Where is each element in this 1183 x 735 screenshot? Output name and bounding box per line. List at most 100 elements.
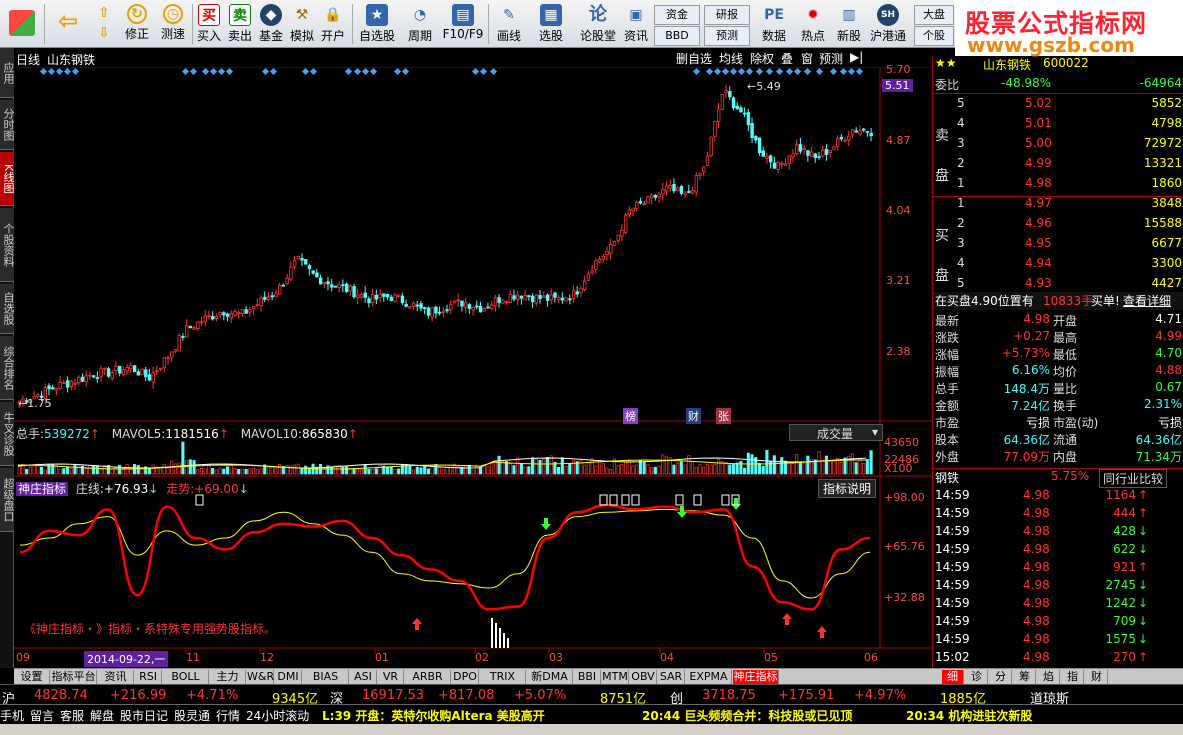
signal-diamond bbox=[39, 67, 48, 76]
yanbao-button[interactable]: 研报 bbox=[704, 5, 750, 25]
indicator-tab[interactable]: RSI bbox=[135, 670, 162, 684]
toolbar-button-自选股[interactable]: ★ 自选股 bbox=[355, 2, 399, 46]
zijin-button[interactable]: 资金 bbox=[654, 5, 700, 25]
orderbook-row[interactable]: 2 4.99 13321 bbox=[933, 156, 1183, 174]
news-item[interactable]: L:39 开盘：英特尔收购Altera 美股高开 bbox=[322, 707, 545, 724]
side-tab-kline[interactable]: K线图 bbox=[0, 152, 15, 206]
toolbar-button-新股[interactable]: ▥ 新股 bbox=[832, 2, 866, 46]
indicator-tab[interactable]: VR bbox=[378, 670, 404, 684]
kline-chart-panel[interactable]: 日线 山东钢铁 删自选 均线 除权 叠 窗 预测 ▶| 5.70 5.51 4.… bbox=[14, 48, 932, 668]
indicator-tab[interactable]: BIAS bbox=[303, 670, 349, 684]
dapan-button[interactable]: 大盘 bbox=[914, 5, 954, 25]
indicator-tab[interactable]: BBI bbox=[574, 670, 601, 684]
volume-bar bbox=[352, 468, 356, 475]
right-panel-tab[interactable]: 筹 bbox=[1014, 670, 1036, 684]
indicator-tab[interactable]: 神庄指标 bbox=[733, 670, 779, 684]
side-tab-watchlist[interactable]: 自选股 bbox=[0, 284, 15, 334]
indicator-tab[interactable]: EXPMA bbox=[686, 670, 732, 684]
side-tab-ranking[interactable]: 综合排名 bbox=[0, 336, 15, 400]
candle-body bbox=[463, 302, 468, 308]
toolbar-button-周期[interactable]: ◔ 周期 bbox=[401, 2, 439, 46]
indicator-tab[interactable]: 新DMA bbox=[527, 670, 573, 684]
side-tab-diagnose[interactable]: 牛叉诊股 bbox=[0, 402, 15, 466]
side-tab-apps[interactable]: 应用 bbox=[0, 48, 15, 98]
ticker-tab[interactable]: 解盘 bbox=[90, 707, 114, 724]
indicator-tab[interactable]: W&R bbox=[247, 670, 274, 684]
toolbar-button-买入[interactable]: 买 买入 bbox=[194, 2, 224, 46]
app-logo-icon[interactable] bbox=[4, 2, 40, 46]
indicator-tab[interactable]: OBV bbox=[630, 670, 657, 684]
toolbar-button-卖出[interactable]: 卖 卖出 bbox=[225, 2, 255, 46]
up-down-button[interactable]: ⇧ ⇩ bbox=[90, 2, 118, 46]
indicator-tab[interactable]: ASI bbox=[350, 670, 377, 684]
right-panel-tab[interactable]: 细 bbox=[942, 670, 964, 684]
indicator-tab[interactable]: 指标平台 bbox=[51, 670, 97, 684]
ticker-tab[interactable]: 手机 bbox=[0, 707, 24, 724]
indicator-tab[interactable]: TRIX bbox=[480, 670, 526, 684]
limit-badge[interactable]: 张 bbox=[716, 408, 731, 424]
news-item[interactable]: 20:34 机构进驻次新股 bbox=[906, 707, 1032, 724]
toolbar-button-F10[interactable]: ▤ F10/F9 bbox=[441, 2, 485, 46]
candle-body bbox=[58, 381, 62, 389]
candle-body bbox=[609, 243, 613, 254]
orderbook-row[interactable]: 2 4.96 15588 bbox=[933, 216, 1183, 234]
toolbar-button-测速[interactable]: ◷ 测速 bbox=[156, 2, 190, 46]
orderbook-row[interactable]: 4 5.01 4798 bbox=[933, 116, 1183, 134]
bbd-button[interactable]: BBD bbox=[654, 26, 700, 46]
indicator-tab[interactable]: ARBR bbox=[405, 670, 451, 684]
industry-compare-button[interactable]: 同行业比较 bbox=[1099, 469, 1168, 488]
news-item[interactable]: 20:44 巨头频频合并：科技股或已见顶 bbox=[642, 707, 852, 724]
orderbook-row[interactable]: 3 4.95 6677 bbox=[933, 236, 1183, 254]
toolbar-button-沪港通[interactable]: SH 沪港通 bbox=[868, 2, 908, 46]
right-panel-tab[interactable]: 诊 bbox=[966, 670, 988, 684]
right-panel-tab[interactable]: 分 bbox=[990, 670, 1012, 684]
detail-link[interactable]: 查看详细 bbox=[1123, 292, 1171, 309]
side-tab-timeshare[interactable]: 分时图 bbox=[0, 100, 15, 150]
indicator-help-button[interactable]: 指标说明 bbox=[818, 479, 877, 498]
candle-body bbox=[523, 294, 527, 301]
toolbar-button-资讯[interactable]: ▣ 资讯 bbox=[620, 2, 652, 46]
ticker-tab[interactable]: 客服 bbox=[60, 707, 84, 724]
toolbar-button-论股堂[interactable]: 论 论股堂 bbox=[576, 2, 620, 46]
ticker-tab[interactable]: 24小时滚动 bbox=[246, 707, 309, 724]
indicator-tab[interactable]: 设置 bbox=[14, 670, 50, 684]
ticker-tab[interactable]: 股市日记 bbox=[120, 707, 168, 724]
right-panel-tab[interactable]: 焰 bbox=[1038, 670, 1060, 684]
indicator-tab[interactable]: DMI bbox=[275, 670, 302, 684]
toolbar-button-基金[interactable]: ◆ 基金 bbox=[256, 2, 286, 46]
candle-body bbox=[545, 294, 550, 301]
finance-badge[interactable]: 财 bbox=[686, 408, 701, 424]
indicator-tab[interactable]: BOLL bbox=[163, 670, 209, 684]
toolbar-button-修正[interactable]: ↻ 修正 bbox=[120, 2, 154, 46]
toolbar-button-选股[interactable]: ▦ 选股 bbox=[532, 2, 570, 46]
indicator-select[interactable]: 成交量 ▾ bbox=[789, 424, 883, 441]
indicator-tab[interactable]: DPO bbox=[452, 670, 479, 684]
orderbook-row[interactable]: 1 4.97 3848 bbox=[933, 196, 1183, 214]
right-panel-tab[interactable]: 指 bbox=[1062, 670, 1084, 684]
toolbar-button-热点[interactable]: ✹ 热点 bbox=[796, 2, 830, 46]
tick-row: 14:59 4.98 1242 ↓ bbox=[935, 596, 1148, 610]
toolbar-button-画线[interactable]: ✎ 画线 bbox=[490, 2, 528, 46]
orderbook-row[interactable]: 4 4.94 3300 bbox=[933, 256, 1183, 274]
right-panel-tab[interactable]: 财 bbox=[1086, 670, 1108, 684]
ticker-tab[interactable]: 股灵通 bbox=[174, 707, 210, 724]
orderbook-row[interactable]: 3 5.00 72972 bbox=[933, 136, 1183, 154]
orderbook-row[interactable]: 5 5.02 5852 bbox=[933, 96, 1183, 114]
indicator-tab[interactable]: MTM bbox=[602, 670, 629, 684]
ticker-tab[interactable]: 行情 bbox=[216, 707, 240, 724]
gegu-button[interactable]: 个股 bbox=[914, 26, 954, 46]
side-tab-profile[interactable]: 个股资料 bbox=[0, 208, 15, 282]
toolbar-button-数据[interactable]: PE 数据 bbox=[754, 2, 794, 46]
indicator-tab[interactable]: 资讯 bbox=[98, 670, 134, 684]
indicator-tab[interactable]: SAR bbox=[658, 670, 685, 684]
orderbook-row[interactable]: 1 4.98 1860 bbox=[933, 176, 1183, 194]
back-button[interactable]: ⇦ bbox=[50, 2, 86, 46]
side-tab-super-order[interactable]: 超级盘口 bbox=[0, 468, 15, 532]
ticker-tab[interactable]: 留言 bbox=[30, 707, 54, 724]
toolbar-button-模拟[interactable]: ⚒ 模拟 bbox=[287, 2, 317, 46]
indicator-tab[interactable]: 主力 bbox=[210, 670, 246, 684]
candle-body bbox=[620, 230, 624, 237]
rank-badge[interactable]: 榜 bbox=[623, 408, 638, 424]
yuce-button[interactable]: 预测 bbox=[704, 26, 750, 46]
toolbar-button-开户[interactable]: 🔒 开户 bbox=[318, 2, 348, 46]
